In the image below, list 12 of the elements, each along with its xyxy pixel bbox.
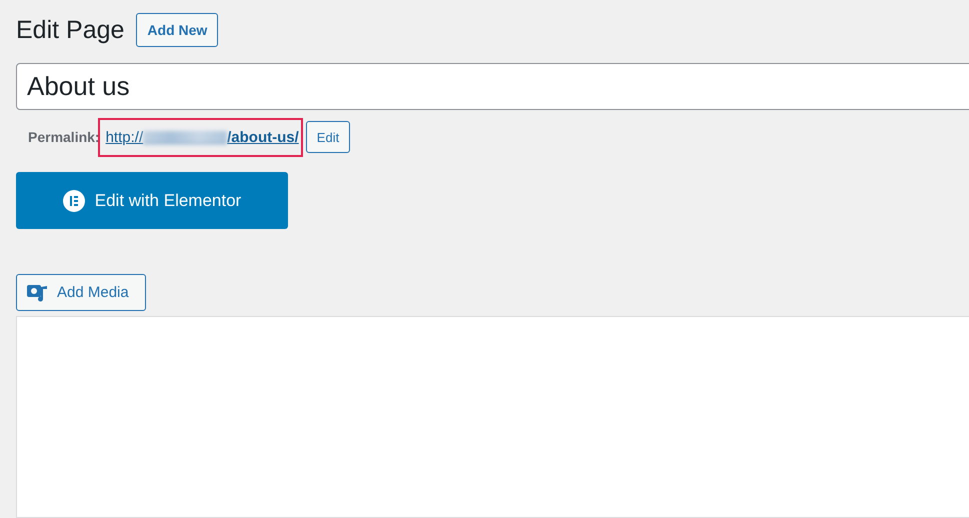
title-field[interactable]: About us	[16, 63, 969, 110]
edit-button[interactable]: Edit	[306, 121, 350, 153]
media-icon	[27, 282, 49, 302]
page-heading: Edit Page	[16, 16, 124, 44]
permalink-link[interactable]: http://	[106, 128, 144, 146]
elementor-icon	[62, 190, 85, 212]
add-new-button[interactable]: Add New	[136, 13, 218, 47]
content-editor[interactable]	[16, 316, 969, 518]
edit-with-elementor-button[interactable]: Edit with Elementor	[16, 172, 288, 229]
add-media-button[interactable]: Add Media	[16, 274, 146, 311]
permalink-slug-link[interactable]: /about-us/	[227, 128, 299, 146]
permalink-label: Permalink:	[28, 129, 100, 145]
